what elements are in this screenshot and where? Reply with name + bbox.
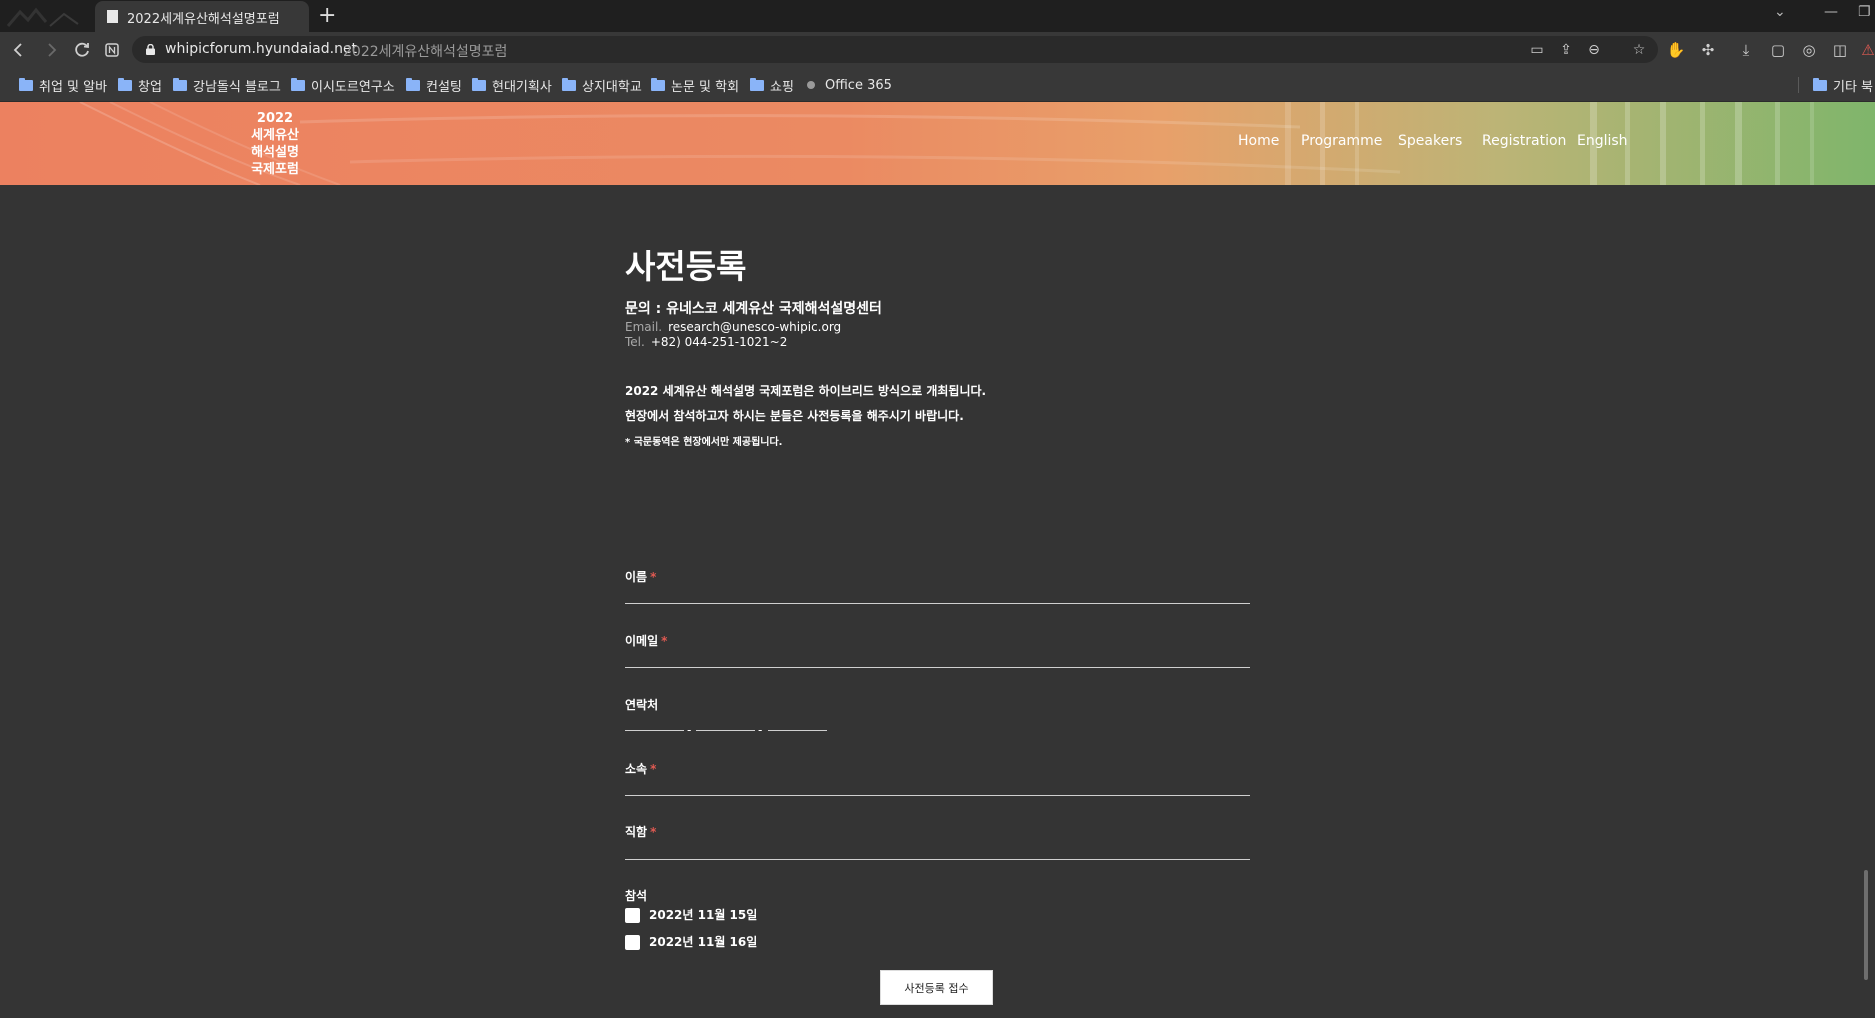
phone-field-3[interactable] — [768, 711, 827, 731]
favorites-icon[interactable]: ☆ — [1630, 41, 1648, 59]
page-title: 사전등록 — [625, 247, 747, 286]
bookmark-folder[interactable]: 쇼핑 — [750, 76, 794, 95]
folder-icon — [173, 77, 187, 91]
page-favicon-icon — [107, 10, 118, 23]
warning-icon[interactable]: ⚠ — [1858, 40, 1875, 60]
bookmark-folder[interactable]: 강남돌식 블로그 — [173, 76, 281, 95]
tab-list-button[interactable]: ⌄ — [1774, 4, 1786, 20]
attendance-option-nov16: 2022년 11월 16일 — [649, 935, 758, 949]
download-icon[interactable]: ⤓ — [1736, 40, 1756, 60]
screen-icon[interactable]: ▢ — [1768, 40, 1788, 60]
folder-icon — [472, 77, 486, 91]
nav-english[interactable]: English — [1577, 133, 1628, 149]
bookmark-folder[interactable]: 논문 및 학회 — [651, 76, 739, 95]
minimize-button[interactable]: — — [1824, 4, 1838, 20]
share-icon[interactable]: ⇪ — [1557, 41, 1575, 59]
notice-small: * 국문동역은 현장에서만 제공됩니다. — [625, 437, 783, 448]
zoom-icon[interactable]: ⊖ — [1585, 41, 1603, 59]
office-icon — [807, 81, 815, 89]
submit-registration-button[interactable]: 사전등록 접수 — [880, 970, 993, 1005]
nav-programme[interactable]: Programme — [1301, 133, 1382, 149]
attendance-label: 참석 — [625, 889, 648, 903]
bookmark-folder[interactable]: 취업 및 알바 — [19, 76, 107, 95]
bookmark-folder[interactable]: 상지대학교 — [562, 76, 642, 95]
sidebar-icon[interactable]: ◫ — [1830, 40, 1850, 60]
nav-registration[interactable]: Registration — [1482, 133, 1566, 149]
nav-speakers[interactable]: Speakers — [1398, 133, 1462, 149]
reload-icon[interactable] — [71, 39, 93, 61]
back-arrow-icon[interactable] — [8, 39, 30, 61]
phone-field-1[interactable] — [625, 711, 684, 731]
required-mark: * — [650, 825, 657, 839]
folder-icon — [19, 77, 33, 91]
bookmarks-separator — [1798, 77, 1799, 93]
folder-icon — [406, 77, 420, 91]
browser-logo-icon — [6, 7, 79, 27]
notice-line-1: 2022 세계유산 해석설명 국제포럼은 하이브리드 방식으로 개최됩니다. — [625, 384, 987, 398]
folder-icon — [562, 77, 576, 91]
bookmarks-bar: 취업 및 알바 창업 강남돌식 블로그 이시도르연구소 컨설팅 현대기획사 상지… — [0, 67, 1875, 102]
bookmark-folder[interactable]: 창업 — [118, 76, 162, 95]
extensions-icon[interactable]: ✣ — [1698, 40, 1718, 60]
lock-icon — [146, 44, 155, 55]
hand-icon[interactable]: ✋ — [1666, 40, 1686, 60]
attendance-checkbox-nov16[interactable] — [625, 935, 640, 950]
browser-toolbar: whipicforum.hyundaiad.net 2022세계유산해석설명포럼… — [0, 32, 1875, 67]
address-bar[interactable]: whipicforum.hyundaiad.net 2022세계유산해석설명포럼… — [132, 36, 1658, 63]
phone-field-2[interactable] — [696, 711, 755, 731]
tab-title: 2022세계유산해석설명포럼 — [127, 12, 280, 27]
site-logo[interactable]: 2022 세계유산 해석설명 국제포럼 — [220, 110, 330, 178]
position-field[interactable] — [625, 838, 1250, 860]
browser-tab[interactable]: 2022세계유산해석설명포럼 — [95, 1, 309, 32]
bookmark-folder[interactable]: 현대기획사 — [472, 76, 552, 95]
folder-icon — [291, 77, 305, 91]
name-field[interactable] — [625, 582, 1250, 604]
email-link[interactable]: research@unesco-whipic.org — [668, 320, 841, 334]
bookmark-link[interactable]: Office 365 — [807, 76, 892, 94]
bookmark-folder[interactable]: 이시도르연구소 — [291, 76, 395, 95]
folder-icon — [118, 77, 132, 91]
folder-icon — [1813, 77, 1827, 91]
attendance-option-nov15: 2022년 11월 15일 — [649, 908, 758, 922]
email-field[interactable] — [625, 646, 1250, 668]
site-header: 2022 세계유산 해석설명 국제포럼 Home Programme Speak… — [0, 102, 1875, 185]
nav-home[interactable]: Home — [1238, 133, 1279, 149]
affiliation-field[interactable] — [625, 774, 1250, 796]
bookmark-folder[interactable]: 컨설팅 — [406, 76, 462, 95]
contact-heading: 문의 : 유네스코 세계유산 국제해석설명센터 — [625, 301, 882, 317]
contact-tel: Tel. +82) 044-251-1021~2 — [625, 335, 788, 349]
page-scrollbar[interactable] — [1864, 870, 1868, 980]
cast-icon[interactable]: ▭ — [1528, 41, 1546, 59]
browser-tab-bar: 2022세계유산해석설명포럼 + ⌄ — ❐ — [0, 0, 1875, 32]
new-tab-button[interactable]: + — [318, 4, 336, 28]
phone-separator: - — [758, 723, 763, 737]
restore-button[interactable]: ❐ — [1858, 4, 1871, 20]
forward-arrow-icon[interactable] — [40, 39, 62, 61]
url-host: whipicforum.hyundaiad.net — [165, 41, 358, 57]
notice-line-2: 현장에서 참석하고자 하시는 분들은 사전등록을 해주시기 바랍니다. — [625, 409, 964, 423]
url-page-title: 2022세계유산해석설명포럼 — [343, 44, 508, 60]
attendance-checkbox-nov15[interactable] — [625, 908, 640, 923]
contact-email: Email. research@unesco-whipic.org — [625, 320, 842, 334]
phone-separator: - — [687, 723, 692, 737]
folder-icon — [750, 77, 764, 91]
other-bookmarks-folder[interactable]: 기타 북 — [1813, 76, 1873, 95]
folder-icon — [651, 77, 665, 91]
screenshot-icon[interactable]: ◎ — [1799, 40, 1819, 60]
notion-icon[interactable] — [101, 39, 123, 61]
